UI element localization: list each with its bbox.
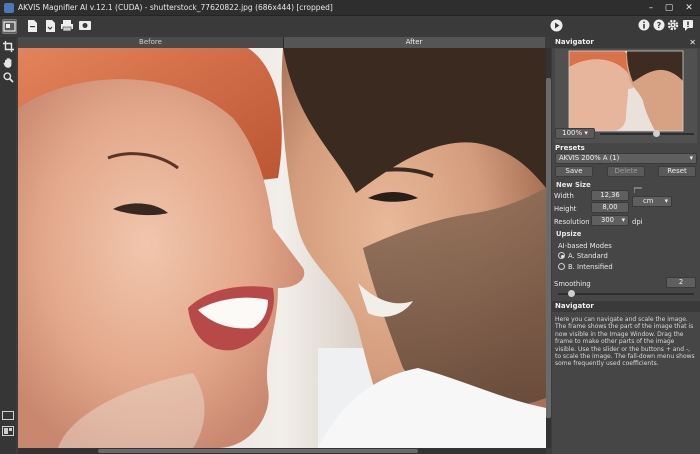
mode-a-radio[interactable] (558, 252, 565, 259)
notification-button[interactable] (680, 19, 695, 34)
compare-view-button[interactable] (2, 426, 14, 436)
horizontal-scrollbar[interactable] (18, 448, 546, 454)
hand-tool[interactable] (2, 57, 14, 69)
unit-value: cm (643, 197, 654, 205)
tab-before[interactable]: Before (18, 37, 283, 48)
run-button[interactable] (549, 19, 564, 34)
print-icon (60, 20, 73, 32)
settings-icon (667, 19, 678, 31)
collapse-icon[interactable]: ✕ (689, 37, 696, 48)
single-view-button[interactable] (2, 411, 14, 420)
presets-dropdown[interactable]: AKVIS 200% A (1) ▾ (555, 153, 697, 164)
resolution-label: Resolution (554, 218, 590, 226)
tab-after[interactable]: After (283, 37, 545, 48)
zoom-tool[interactable] (2, 72, 14, 84)
link-bracket-icon (634, 187, 642, 193)
help-header: Navigator (552, 301, 700, 312)
help-icon: ? (653, 19, 664, 31)
photo-image (18, 48, 546, 448)
print-button[interactable] (59, 19, 74, 34)
zoom-icon (2, 72, 14, 83)
window-title: AKVIS Magnifier AI v.12.1 (CUDA) - shutt… (18, 3, 333, 12)
navigator-title: Navigator (555, 38, 594, 46)
delete-preset-button[interactable]: Delete (607, 166, 645, 177)
horizontal-scrollbar-thumb[interactable] (98, 449, 418, 453)
navigator-header: Navigator ✕ (552, 37, 700, 48)
mode-b-label[interactable]: B. Intensified (568, 263, 613, 271)
width-input[interactable]: 12,36 (591, 190, 629, 201)
hand-icon (3, 58, 11, 68)
info-button[interactable] (636, 19, 651, 34)
height-label: Height (554, 205, 577, 213)
help-button[interactable]: ? (651, 19, 666, 34)
new-size-title: New Size (556, 181, 591, 189)
presets-title: Presets (555, 144, 585, 152)
vertical-scrollbar[interactable] (546, 48, 551, 448)
tool-panel (0, 37, 16, 454)
save-file-icon (45, 20, 55, 32)
smoothing-label: Smoothing (554, 280, 591, 288)
maximize-button[interactable]: ▢ (662, 2, 676, 14)
zoom-slider[interactable] (600, 130, 694, 137)
home-button[interactable] (2, 19, 17, 34)
chevron-down-icon: ▾ (582, 129, 588, 137)
smoothing-input[interactable]: 2 (666, 277, 696, 288)
chevron-down-icon: ▾ (664, 197, 668, 205)
title-bar: AKVIS Magnifier AI v.12.1 (CUDA) - shutt… (0, 0, 700, 16)
chevron-down-icon: ▾ (689, 154, 693, 162)
smoothing-slider-thumb[interactable] (568, 290, 576, 297)
share-icon (78, 21, 91, 30)
width-label: Width (554, 192, 574, 200)
notification-icon (682, 20, 693, 31)
zoom-value: 100% (562, 129, 583, 137)
settings-panel: Navigator ✕ 100% ▾ Presets AKVIS 200% A … (552, 37, 700, 454)
resolution-unit: dpi (632, 218, 643, 226)
zoom-slider-thumb[interactable] (652, 130, 660, 137)
run-icon (550, 19, 563, 32)
ai-modes-title: AI-based Modes (558, 242, 612, 250)
toolbar: ? (0, 17, 700, 37)
unit-dropdown[interactable]: cm ▾ (632, 196, 672, 207)
chevron-down-icon: ▾ (621, 216, 625, 224)
vertical-scrollbar-thumb[interactable] (546, 78, 551, 418)
reset-preset-button[interactable]: Reset (658, 166, 696, 177)
open-file-icon (27, 20, 37, 32)
resolution-dropdown[interactable]: 300 ▾ (591, 215, 629, 226)
minimize-button[interactable]: – (644, 2, 658, 14)
save-preset-button[interactable]: Save (555, 166, 593, 177)
image-window[interactable] (18, 48, 546, 448)
save-file-button[interactable] (42, 19, 57, 34)
app-logo-icon (4, 3, 14, 13)
info-icon (638, 19, 649, 31)
mode-b-radio[interactable] (558, 263, 565, 270)
close-button[interactable]: ✕ (682, 2, 696, 14)
preset-selected: AKVIS 200% A (1) (559, 154, 620, 162)
open-file-button[interactable] (24, 19, 39, 34)
tab-divider (283, 37, 284, 48)
svg-text:?: ? (656, 21, 661, 30)
settings-button[interactable] (665, 19, 680, 34)
mode-a-label[interactable]: A. Standard (568, 252, 608, 260)
help-text: Here you can navigate and scale the imag… (555, 316, 695, 368)
crop-icon (2, 41, 14, 52)
home-icon (3, 21, 16, 32)
compare-view-icon (4, 428, 12, 434)
crop-tool[interactable] (2, 41, 14, 53)
share-button[interactable] (77, 19, 92, 34)
zoom-dropdown[interactable]: 100% ▾ (555, 128, 595, 139)
upsize-title: Upsize (556, 230, 582, 238)
height-input[interactable]: 8,00 (591, 202, 629, 213)
resolution-value: 300 (601, 216, 614, 224)
smoothing-slider[interactable] (558, 290, 694, 297)
help-title: Navigator (555, 302, 594, 310)
